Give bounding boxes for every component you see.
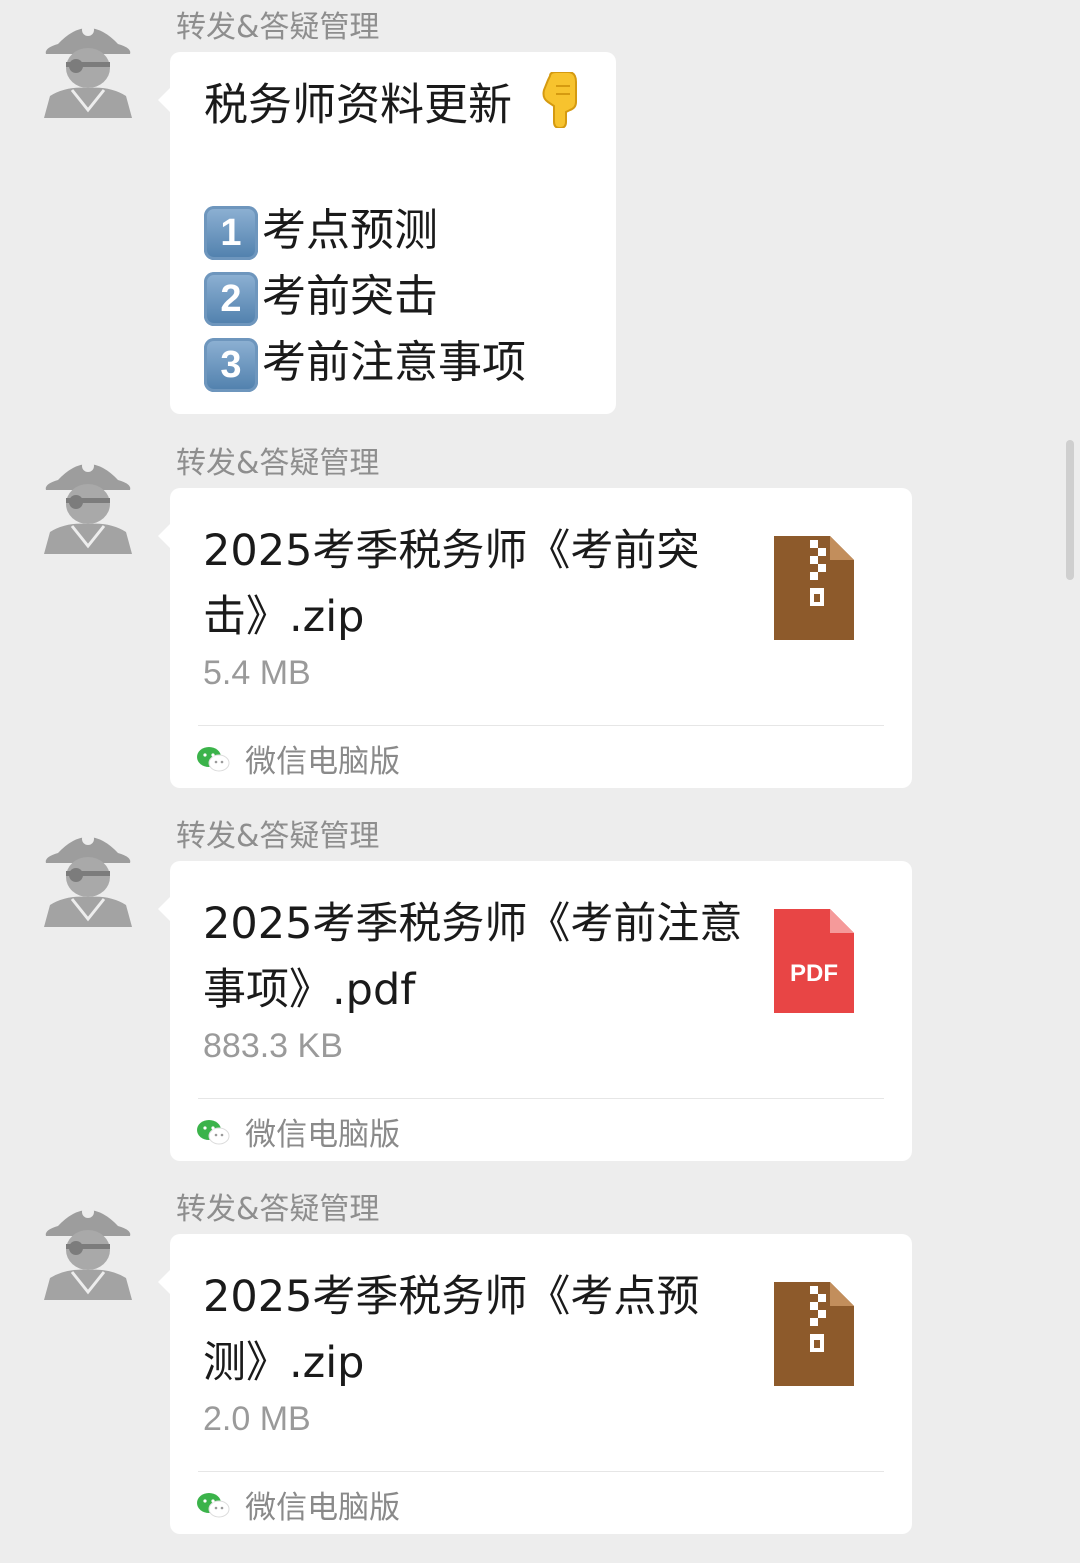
list-item-text: 考点预测 [262,205,438,256]
source-label: 微信电脑版 [245,744,401,780]
wechat-icon [196,1119,230,1145]
bubble-tail [158,897,170,921]
keycap-1-icon: 1 [204,206,258,260]
file-message-bubble[interactable]: 2025考季税务师《考前突击》.zip 5.4 MB 微信电脑版 [158,488,912,788]
avatar[interactable] [36,823,140,927]
file-size: 883.3 KB [203,1027,343,1065]
divider [198,725,884,726]
list-item-text: 考前突击 [262,271,438,322]
file-message-bubble[interactable]: 2025考季税务师《考前注意事项》.pdf 883.3 KB PDF 微信电脑版 [158,861,912,1161]
source-row: 微信电脑版 [196,1109,400,1153]
file-size: 5.4 MB [203,654,311,692]
wechat-icon [196,746,230,772]
scrollbar[interactable] [1066,440,1074,580]
pirate-avatar-icon [36,1196,140,1300]
source-row: 微信电脑版 [196,1482,400,1526]
source-row: 微信电脑版 [196,736,400,780]
message-title-line: 税务师资料更新 [204,71,580,143]
keycap-3-icon: 3 [204,338,258,392]
hand-pointing-down-icon [540,71,580,143]
text-message-bubble[interactable]: 税务师资料更新 1 考点预测 2 考前突击 3 考前注意事项 [158,52,616,414]
pdf-file-icon: PDF [774,909,854,1013]
zip-file-icon [774,1282,854,1386]
file-message-bubble[interactable]: 2025考季税务师《考点预测》.zip 2.0 MB 微信电脑版 [158,1234,912,1534]
avatar[interactable] [36,1196,140,1300]
list-item: 2 考前突击 [204,268,438,326]
pirate-avatar-icon [36,450,140,554]
source-label: 微信电脑版 [245,1490,401,1526]
file-name: 2025考季税务师《考前突击》.zip [203,526,700,642]
file-name: 2025考季税务师《考前注意事项》.pdf [203,899,743,1015]
zip-file-icon [774,536,854,640]
bubble-tail [158,88,170,112]
bubble-tail [158,524,170,548]
avatar[interactable] [36,14,140,118]
wechat-icon [196,1492,230,1518]
pirate-avatar-icon [36,14,140,118]
list-item: 1 考点预测 [204,202,438,260]
bubble-tail [158,1270,170,1294]
sender-name: 转发&答疑管理 [176,10,380,45]
list-item-text: 考前注意事项 [262,337,526,388]
pdf-icon-label: PDF [790,960,838,987]
divider [198,1471,884,1472]
sender-name: 转发&答疑管理 [176,446,380,481]
file-name: 2025考季税务师《考点预测》.zip [203,1272,700,1388]
sender-name: 转发&答疑管理 [176,819,380,854]
divider [198,1098,884,1099]
file-size: 2.0 MB [203,1400,311,1438]
list-item: 3 考前注意事项 [204,334,526,392]
message-title: 税务师资料更新 [204,79,512,131]
pirate-avatar-icon [36,823,140,927]
sender-name: 转发&答疑管理 [176,1192,380,1227]
keycap-2-icon: 2 [204,272,258,326]
source-label: 微信电脑版 [245,1117,401,1153]
avatar[interactable] [36,450,140,554]
